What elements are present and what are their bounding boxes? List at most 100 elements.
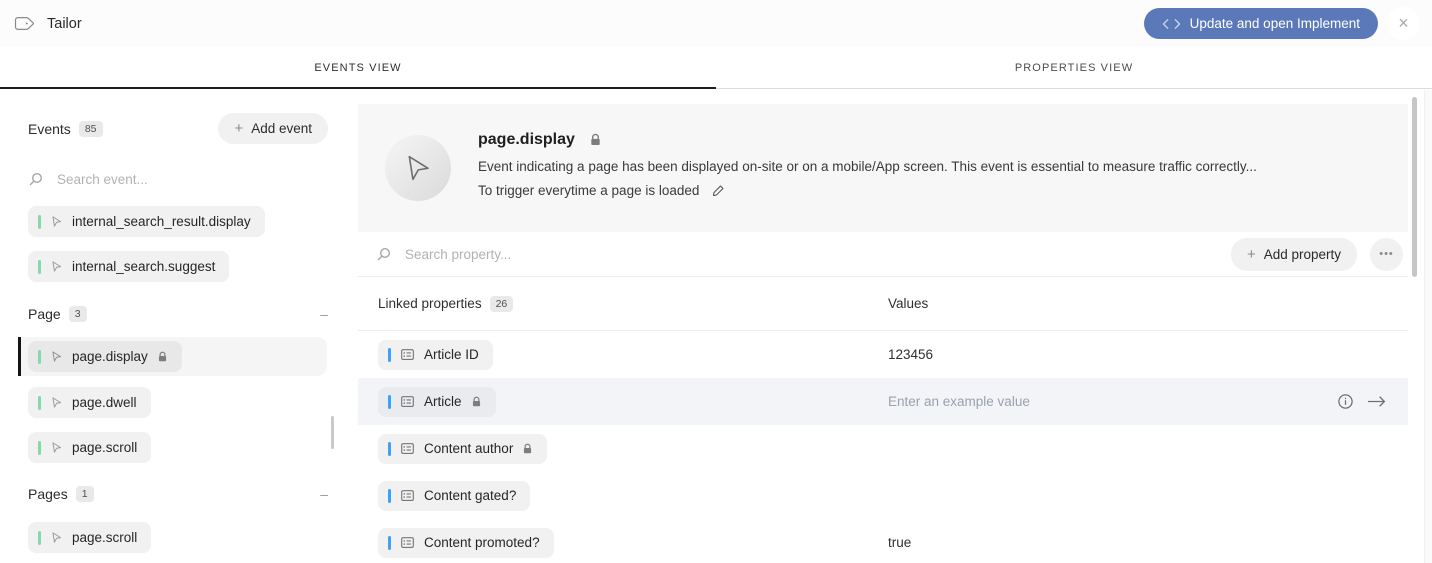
sidebar-event-page-display-selected[interactable]: page.display: [18, 337, 327, 376]
tab-events-view[interactable]: EVENTS VIEW: [0, 47, 716, 89]
lock-icon: [522, 443, 533, 455]
values-column-label: Values: [888, 296, 928, 311]
property-color-bar: [388, 395, 391, 409]
sidebar-scrollbar[interactable]: [331, 416, 334, 449]
property-search-row: + Add property •••: [358, 232, 1408, 277]
app-title: Tailor: [47, 16, 82, 32]
property-chip[interactable]: Article: [378, 387, 496, 417]
property-row-content-promoted: Content promoted? true: [358, 519, 1408, 563]
property-color-bar: [388, 348, 391, 362]
event-search-input[interactable]: [57, 172, 330, 187]
property-chip[interactable]: Content promoted?: [378, 528, 554, 558]
properties-view-tab-label: PROPERTIES VIEW: [1015, 62, 1133, 74]
event-name: page.scroll: [72, 530, 137, 545]
collapse-icon[interactable]: –: [320, 486, 328, 502]
selected-event-chip[interactable]: page.display: [28, 341, 182, 372]
app-logo: Tailor: [14, 15, 82, 32]
sidebar-event-page-scroll[interactable]: page.scroll: [28, 432, 151, 463]
code-icon: [1162, 18, 1181, 30]
info-icon[interactable]: [1337, 393, 1354, 410]
arrow-right-icon[interactable]: [1367, 395, 1386, 408]
property-chip[interactable]: Article ID: [378, 340, 493, 370]
property-search-input[interactable]: [405, 247, 1218, 262]
event-color-bar: [38, 215, 41, 229]
more-options-button[interactable]: •••: [1370, 238, 1403, 271]
search-icon: [28, 171, 44, 187]
linked-properties-label: Linked properties: [378, 296, 482, 311]
event-cursor-icon: [50, 396, 63, 409]
event-color-bar: [38, 260, 41, 274]
sidebar-group-page: Page 3 –: [28, 304, 328, 324]
update-button-label: Update and open Implement: [1190, 16, 1360, 31]
sidebar-event-internal-search-result-display[interactable]: internal_search_result.display: [28, 206, 265, 237]
property-row-article: Article: [358, 378, 1408, 425]
event-cursor-icon: [50, 260, 63, 273]
tag-icon: [14, 15, 36, 32]
property-color-bar: [388, 536, 391, 550]
event-color-bar: [38, 396, 41, 410]
event-cursor-icon: [50, 350, 63, 363]
view-tabs: EVENTS VIEW PROPERTIES VIEW: [0, 47, 1432, 89]
property-chip[interactable]: Content gated?: [378, 481, 530, 511]
lock-icon: [471, 396, 482, 408]
event-description: Event indicating a page has been display…: [478, 159, 1257, 174]
event-search: [28, 167, 330, 191]
property-field-icon: [400, 488, 415, 503]
linked-properties-count-badge: 26: [490, 296, 514, 312]
event-cursor-icon: [50, 215, 63, 228]
lock-icon: [157, 351, 168, 363]
event-name: page.scroll: [72, 440, 137, 455]
close-button[interactable]: ×: [1387, 7, 1420, 40]
sidebar-event-pages-page-scroll[interactable]: page.scroll: [28, 522, 151, 553]
event-name: page.dwell: [72, 395, 137, 410]
tailor-app-window: Tailor Update and open Implement × EVENT…: [0, 0, 1432, 563]
sidebar-group-pages: Pages 1 –: [28, 484, 328, 504]
event-detail-panel: page.display Event indicating a page has…: [358, 89, 1432, 563]
event-name: page.display: [72, 349, 148, 364]
property-name: Content gated?: [424, 488, 516, 503]
window-scrollbar-track[interactable]: [1424, 90, 1432, 563]
example-value-input[interactable]: [888, 394, 1268, 409]
properties-table-header: Linked properties 26 Values: [358, 277, 1408, 331]
property-name: Article ID: [424, 347, 479, 362]
event-cursor-icon: [50, 531, 63, 544]
property-chip[interactable]: Content author: [378, 434, 547, 464]
event-color-bar: [38, 350, 41, 364]
ellipsis-icon: •••: [1379, 248, 1394, 260]
property-field-icon: [400, 347, 415, 362]
property-color-bar: [388, 442, 391, 456]
group-label: Pages: [28, 486, 68, 502]
top-bar: Tailor Update and open Implement ×: [0, 0, 1432, 47]
property-row-content-author: Content author: [358, 425, 1408, 472]
property-name: Article: [424, 394, 462, 409]
add-property-label: Add property: [1264, 247, 1341, 262]
property-value: true: [888, 535, 911, 550]
event-color-bar: [38, 531, 41, 545]
update-and-open-implement-button[interactable]: Update and open Implement: [1144, 8, 1378, 39]
property-color-bar: [388, 489, 391, 503]
group-label: Page: [28, 306, 61, 322]
add-property-button[interactable]: + Add property: [1231, 238, 1357, 271]
events-heading: Events: [28, 121, 71, 137]
sidebar-event-page-dwell[interactable]: page.dwell: [28, 387, 151, 418]
events-sidebar: Events 85 + Add event: [0, 89, 358, 563]
search-icon: [376, 246, 392, 262]
property-value: 123456: [888, 347, 933, 362]
property-row-article-id: Article ID 123456: [358, 331, 1408, 378]
cursor-icon: [402, 152, 434, 184]
add-event-button[interactable]: + Add event: [218, 113, 328, 144]
group-count-badge: 3: [69, 306, 87, 322]
close-icon: ×: [1398, 13, 1409, 34]
group-count-badge: 1: [76, 486, 94, 502]
sidebar-event-internal-search-suggest[interactable]: internal_search.suggest: [28, 251, 229, 282]
event-cursor-icon: [50, 441, 63, 454]
event-title: page.display: [478, 131, 575, 149]
collapse-icon[interactable]: –: [320, 306, 328, 322]
event-name: internal_search_result.display: [72, 214, 251, 229]
event-avatar: [385, 135, 451, 201]
edit-pencil-icon[interactable]: [712, 184, 725, 197]
tab-properties-view[interactable]: PROPERTIES VIEW: [716, 47, 1432, 89]
event-header-card: page.display Event indicating a page has…: [358, 104, 1408, 232]
property-field-icon: [400, 535, 415, 550]
main-scrollbar[interactable]: [1412, 97, 1417, 277]
